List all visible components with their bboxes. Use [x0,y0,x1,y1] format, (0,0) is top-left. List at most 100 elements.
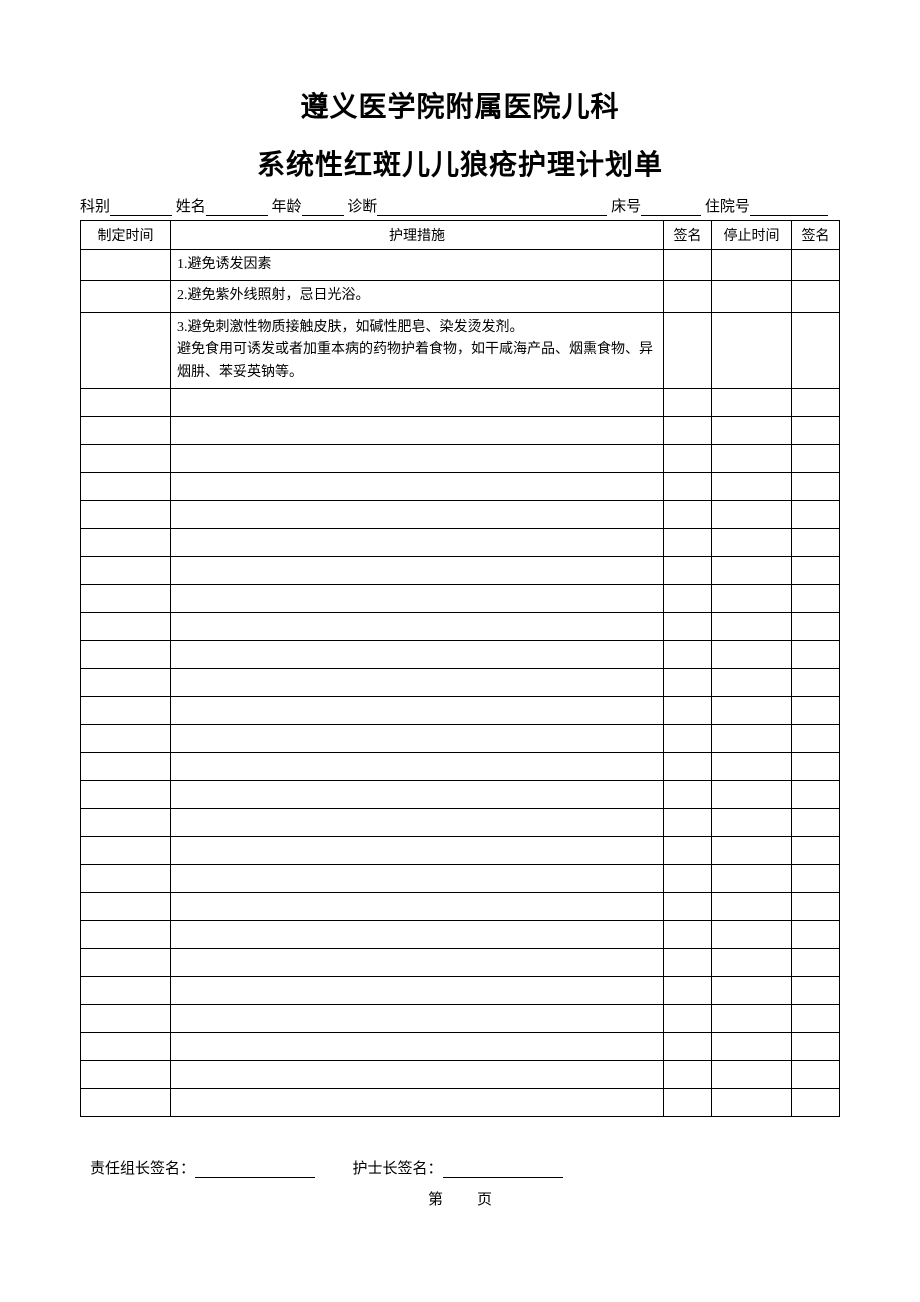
cell-stop[interactable] [712,472,792,500]
cell-sign1[interactable] [664,892,712,920]
cell-sign2[interactable] [792,808,840,836]
cell-time[interactable] [81,584,171,612]
cell-time[interactable] [81,696,171,724]
cell-stop[interactable] [712,920,792,948]
cell-measure[interactable] [171,1032,664,1060]
cell-time[interactable] [81,1060,171,1088]
cell-time[interactable] [81,444,171,472]
cell-stop[interactable] [712,864,792,892]
cell-measure[interactable] [171,1060,664,1088]
cell-stop[interactable] [712,976,792,1004]
cell-stop[interactable] [712,388,792,416]
cell-measure[interactable] [171,976,664,1004]
cell-measure[interactable] [171,416,664,444]
cell-sign2[interactable] [792,752,840,780]
cell-sign2[interactable] [792,668,840,696]
adm-blank[interactable] [750,198,828,216]
cell-sign2[interactable] [792,976,840,1004]
cell-sign1[interactable] [664,640,712,668]
cell-measure[interactable] [171,920,664,948]
cell-stop[interactable] [712,1088,792,1116]
cell-sign1[interactable] [664,696,712,724]
cell-sign2[interactable] [792,640,840,668]
cell-measure[interactable] [171,724,664,752]
cell-measure[interactable] [171,668,664,696]
cell-sign2[interactable] [792,312,840,388]
cell-sign1[interactable] [664,836,712,864]
cell-sign1[interactable] [664,500,712,528]
cell-sign1[interactable] [664,920,712,948]
cell-sign1[interactable] [664,1060,712,1088]
cell-time[interactable] [81,1004,171,1032]
dept-blank[interactable] [110,198,172,216]
cell-sign2[interactable] [792,416,840,444]
cell-sign2[interactable] [792,1088,840,1116]
cell-stop[interactable] [712,528,792,556]
cell-measure[interactable] [171,1004,664,1032]
cell-time[interactable] [81,472,171,500]
cell-measure[interactable] [171,556,664,584]
cell-measure[interactable] [171,780,664,808]
cell-stop[interactable] [712,500,792,528]
cell-time[interactable] [81,640,171,668]
cell-sign2[interactable] [792,780,840,808]
cell-stop[interactable] [712,696,792,724]
cell-sign1[interactable] [664,976,712,1004]
cell-stop[interactable] [712,640,792,668]
cell-measure[interactable] [171,500,664,528]
bed-blank[interactable] [641,198,701,216]
cell-measure[interactable] [171,892,664,920]
cell-time[interactable] [81,920,171,948]
name-blank[interactable] [206,198,268,216]
cell-stop[interactable] [712,1004,792,1032]
cell-sign2[interactable] [792,724,840,752]
cell-sign1[interactable] [664,1032,712,1060]
cell-time[interactable] [81,388,171,416]
cell-sign2[interactable] [792,528,840,556]
age-blank[interactable] [302,198,344,216]
cell-stop[interactable] [712,250,792,281]
cell-sign2[interactable] [792,388,840,416]
cell-measure[interactable] [171,528,664,556]
cell-time[interactable] [81,612,171,640]
cell-sign2[interactable] [792,948,840,976]
cell-sign2[interactable] [792,250,840,281]
cell-measure[interactable] [171,752,664,780]
cell-sign2[interactable] [792,864,840,892]
cell-time[interactable] [81,836,171,864]
cell-time[interactable] [81,752,171,780]
cell-time[interactable] [81,556,171,584]
cell-measure[interactable] [171,388,664,416]
cell-sign2[interactable] [792,500,840,528]
cell-stop[interactable] [712,752,792,780]
cell-stop[interactable] [712,281,792,312]
cell-sign2[interactable] [792,892,840,920]
cell-measure[interactable] [171,640,664,668]
cell-time[interactable] [81,948,171,976]
cell-sign1[interactable] [664,1088,712,1116]
cell-time[interactable] [81,250,171,281]
cell-stop[interactable] [712,612,792,640]
cell-time[interactable] [81,976,171,1004]
cell-measure[interactable]: 3.避免刺激性物质接触皮肤，如碱性肥皂、染发烫发剂。避免食用可诱发或者加重本病的… [171,312,664,388]
cell-measure[interactable] [171,1088,664,1116]
cell-sign2[interactable] [792,472,840,500]
cell-sign2[interactable] [792,1032,840,1060]
cell-sign1[interactable] [664,556,712,584]
cell-stop[interactable] [712,416,792,444]
cell-sign1[interactable] [664,250,712,281]
leader-sig-blank[interactable] [195,1160,315,1178]
cell-time[interactable] [81,528,171,556]
cell-measure[interactable] [171,948,664,976]
cell-measure[interactable]: 2.避免紫外线照射，忌日光浴。 [171,281,664,312]
cell-stop[interactable] [712,312,792,388]
nurse-sig-blank[interactable] [443,1160,563,1178]
cell-sign2[interactable] [792,920,840,948]
cell-sign1[interactable] [664,528,712,556]
cell-sign2[interactable] [792,696,840,724]
cell-sign1[interactable] [664,724,712,752]
cell-stop[interactable] [712,724,792,752]
cell-time[interactable] [81,668,171,696]
cell-sign2[interactable] [792,556,840,584]
cell-time[interactable] [81,416,171,444]
